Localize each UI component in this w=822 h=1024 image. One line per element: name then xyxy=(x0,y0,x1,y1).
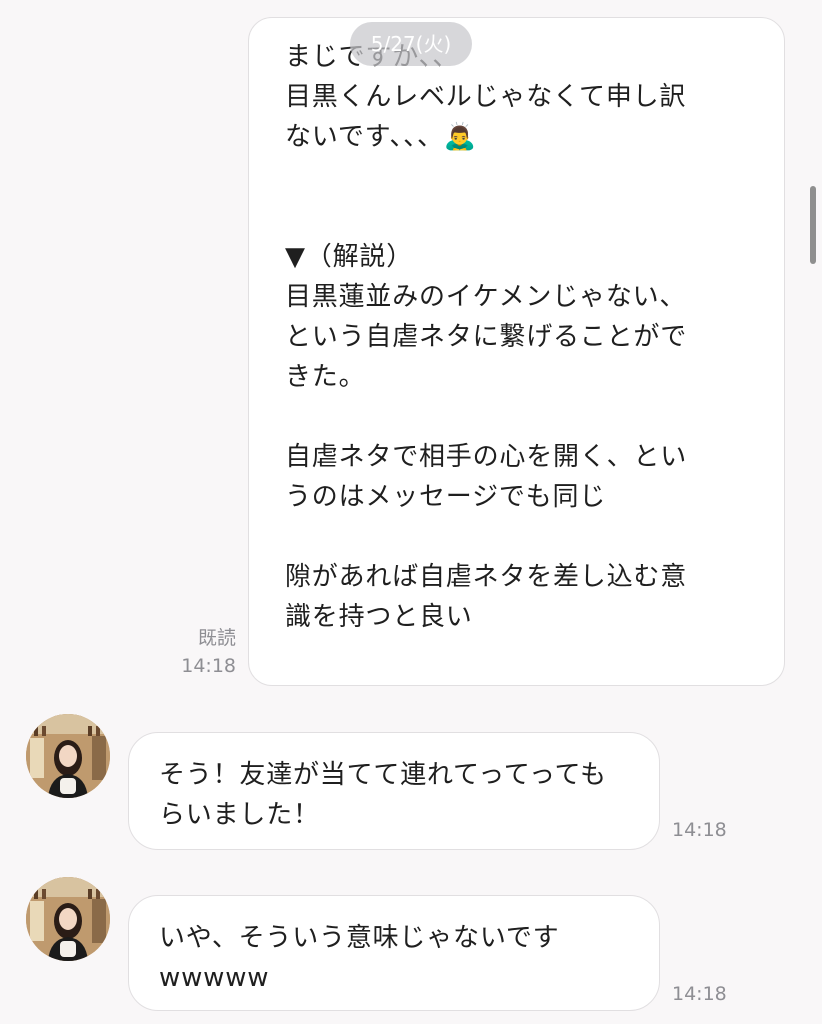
read-receipt: 既読 xyxy=(197,627,236,649)
message-time: 14:18 xyxy=(672,819,727,841)
scrollbar[interactable] xyxy=(810,186,816,264)
incoming-message-text: そう！友達が当てて連れてってっても らいました！ xyxy=(159,760,607,830)
incoming-message-text: いや、そういう意味じゃないです wwwww xyxy=(159,923,560,993)
avatar-photo-icon xyxy=(26,714,110,798)
incoming-message-bubble[interactable]: いや、そういう意味じゃないです wwwww xyxy=(128,895,660,1011)
outgoing-message-bubble[interactable]: まじですか、、 目黒くんレベルじゃなくて申し訳 ないです、、、🙇‍♂️ ▼（解説… xyxy=(248,17,785,686)
outgoing-message-text: まじですか、、 目黒くんレベルじゃなくて申し訳 ないです、、、🙇‍♂️ ▼（解説… xyxy=(285,42,688,632)
date-header: 5/27(火) xyxy=(350,22,472,66)
message-time: 14:18 xyxy=(672,983,727,1005)
avatar[interactable] xyxy=(26,714,110,798)
avatar-photo-icon xyxy=(26,877,110,961)
incoming-message-bubble[interactable]: そう！友達が当てて連れてってっても らいました！ xyxy=(128,732,660,850)
outgoing-message-meta: 既読 14:18 xyxy=(181,624,236,680)
chat-view: まじですか、、 目黒くんレベルじゃなくて申し訳 ないです、、、🙇‍♂️ ▼（解説… xyxy=(0,0,822,1024)
avatar[interactable] xyxy=(26,877,110,961)
message-time: 14:18 xyxy=(181,655,236,677)
